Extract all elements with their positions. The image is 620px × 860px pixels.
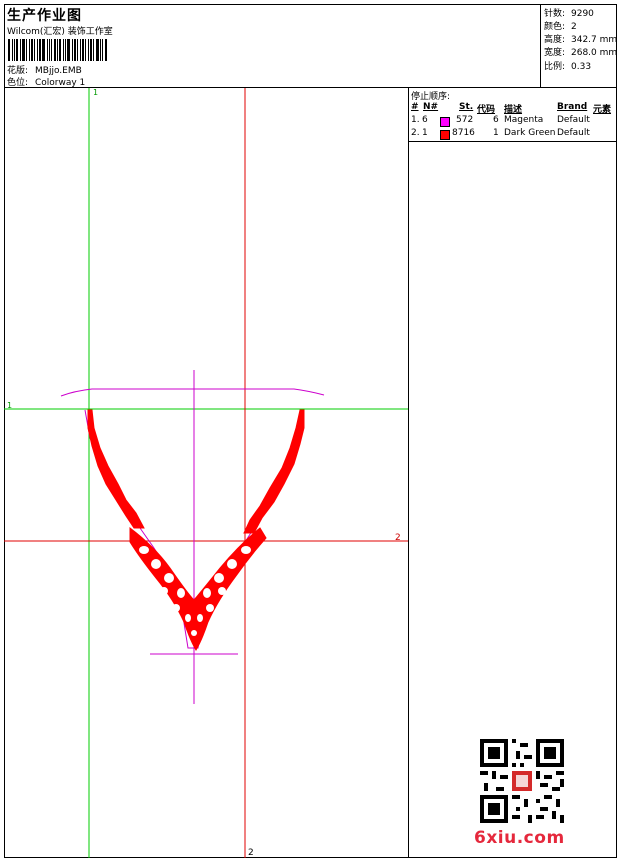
barcode-bar	[82, 39, 84, 61]
thread-seq: 1.	[411, 115, 420, 125]
barcode-bar	[90, 39, 92, 61]
col-header-needle: N#	[423, 102, 439, 112]
barcode-bar	[102, 39, 103, 61]
barcode-bar	[100, 39, 101, 61]
barcode-bar	[54, 39, 56, 61]
col-header-description: 描述	[504, 105, 523, 115]
barcode-bar	[22, 39, 25, 61]
stat-value: 342.7 mm	[571, 35, 618, 45]
axis-label-left: 1	[7, 401, 12, 410]
stat-value: 268.0 mm	[571, 48, 618, 58]
barcode-bar	[88, 39, 89, 61]
barcode-bar	[67, 39, 70, 61]
thread-code: 6	[493, 115, 499, 125]
thread-needle: 1	[422, 128, 428, 138]
barcode-bar	[42, 39, 45, 61]
thread-brand: Default	[557, 115, 590, 125]
barcode-bar	[49, 39, 50, 61]
barcode-bar	[47, 39, 48, 61]
barcode-bar	[31, 39, 33, 61]
stat-colors: 颜色: 2	[544, 19, 577, 32]
barcode-bar	[65, 39, 66, 61]
barcode-bar	[16, 39, 18, 61]
barcode-bar	[20, 39, 21, 61]
document-title: 生产作业图	[7, 8, 82, 24]
design-drawing: 1 1 2 2	[4, 88, 408, 858]
stat-value: 0.33	[571, 62, 592, 72]
watermark: 6xiu.com	[474, 828, 565, 848]
colorway-label: 色位:	[7, 78, 29, 88]
stat-stitches: 针数: 9290	[544, 6, 594, 19]
barcode-bar	[63, 39, 64, 61]
thread-row: 1. 6 572 6 Magenta Default	[409, 115, 617, 128]
barcode-bar	[8, 39, 10, 61]
barcode-bar	[96, 39, 99, 61]
col-header-seq: #	[411, 102, 419, 112]
barcode-bar	[37, 39, 38, 61]
col-header-code: 代码	[477, 105, 496, 115]
barcode-bar	[85, 39, 86, 61]
barcode-bar	[93, 39, 94, 61]
studio-name: Wilcom(汇宏) 装饰工作室	[7, 27, 113, 37]
neckline-arc	[60, 388, 325, 397]
barcode-bar	[80, 39, 81, 61]
stop-sequence-title: 停止顺序:	[411, 92, 451, 102]
barcode-bar	[12, 39, 13, 61]
axis-label-top: 1	[93, 88, 98, 97]
axis-label-bottom: 2	[248, 848, 254, 858]
barcode-bar	[51, 39, 52, 61]
stats-block: 针数: 9290 颜色: 2 高度: 342.7 mm 宽度: 268.0 mm 比例:…	[541, 4, 617, 88]
stat-label: 颜色:	[544, 22, 566, 32]
col-header-element: 元素	[593, 105, 612, 115]
stat-value: 2	[571, 22, 577, 32]
stat-height: 高度: 342.7 mm	[544, 32, 617, 45]
thread-color-swatch	[440, 130, 450, 140]
stat-label: 针数:	[544, 9, 566, 19]
embroidery-motif	[87, 409, 305, 651]
barcode-bar	[14, 39, 15, 61]
thread-description: Magenta	[504, 115, 544, 125]
thread-stitches: 8716	[452, 128, 475, 138]
design-canvas: 1 1 2 2	[4, 88, 408, 858]
barcode-bar	[39, 39, 41, 61]
qr-code	[480, 739, 564, 823]
stat-width: 宽度: 268.0 mm	[544, 45, 617, 58]
barcode-bar	[72, 39, 73, 61]
barcode-bar	[26, 39, 27, 61]
barcode-bar	[77, 39, 78, 61]
thread-description: Dark Green	[504, 128, 556, 138]
barcode-bar	[29, 39, 30, 61]
barcode	[8, 39, 124, 61]
colorway-value: Colorway 1	[35, 78, 86, 88]
stat-label: 高度:	[544, 35, 566, 45]
thread-code: 1	[493, 128, 499, 138]
axis-label-right: 2	[395, 533, 401, 543]
thread-row: 2. 1 8716 1 Dark Green Default	[409, 128, 617, 141]
barcode-bar	[57, 39, 58, 61]
stat-scale: 比例: 0.33	[544, 59, 591, 72]
thread-brand: Default	[557, 128, 590, 138]
barcode-bar	[59, 39, 61, 61]
col-header-stitches: St.	[459, 102, 474, 112]
stat-label: 宽度:	[544, 48, 566, 58]
thread-color-swatch	[440, 117, 450, 127]
thread-needle: 6	[422, 115, 428, 125]
stat-label: 比例:	[544, 62, 566, 72]
stat-value: 9290	[571, 9, 594, 19]
colorway-row: 色位: Colorway 1	[7, 75, 85, 88]
panel-divider	[409, 141, 617, 142]
barcode-bar	[34, 39, 35, 61]
barcode-bar	[74, 39, 76, 61]
thread-stitches: 572	[456, 115, 474, 125]
thread-seq: 2.	[411, 128, 420, 138]
header-block: 生产作业图 Wilcom(汇宏) 装饰工作室 花版: MBjjo.EMB 色位: C…	[4, 4, 541, 88]
barcode-bar	[105, 39, 107, 61]
col-header-brand: Brand	[557, 102, 588, 112]
